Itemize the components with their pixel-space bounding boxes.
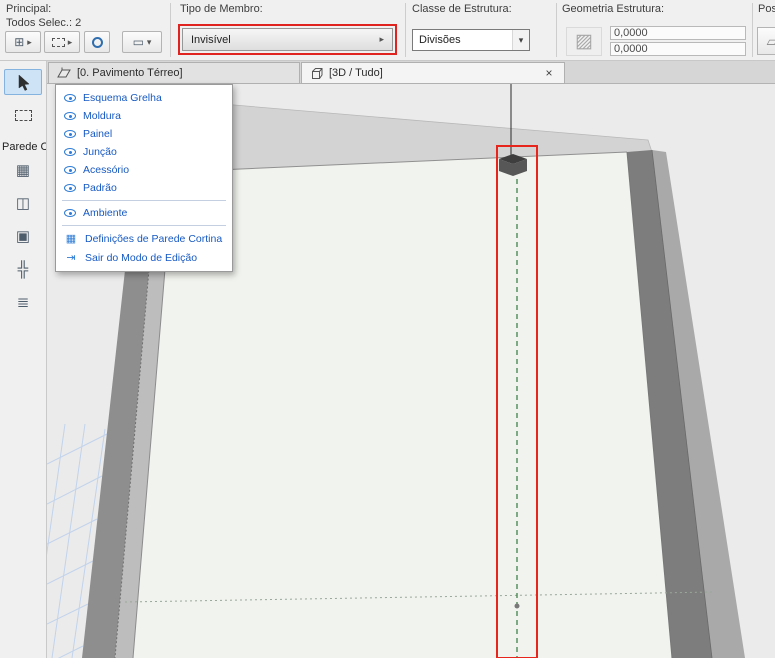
position-button[interactable]: ▱ <box>757 27 775 55</box>
scheme-grid-icon: ▦ <box>15 161 31 179</box>
arrow-select-tool[interactable] <box>4 69 42 95</box>
menu-item-label: Painel <box>83 128 113 140</box>
rectangle-icon: ▭ <box>132 35 144 49</box>
menu-item-label: Padrão <box>83 182 117 194</box>
grid-node-point <box>514 603 520 609</box>
eye-icon <box>64 94 76 102</box>
menu-item-acessorio[interactable]: Acessório <box>56 161 232 179</box>
member-type-value: Invisível <box>191 33 231 46</box>
menu-item-esquema-grelha[interactable]: Esquema Grelha <box>56 89 232 107</box>
cursor-arrow-icon <box>18 73 30 91</box>
marquee-icon <box>51 37 65 47</box>
edit-mode-context-menu: Esquema Grelha Moldura Painel Junção Ace… <box>55 84 233 272</box>
toolbox-group-label: Parede C <box>2 141 46 153</box>
menu-item-sair-modo-edicao[interactable]: ⇥ Sair do Modo de Edição <box>56 248 232 267</box>
section-label-principal: Principal: <box>6 3 52 15</box>
tool-junction[interactable]: ╬ <box>4 256 42 282</box>
eye-icon <box>64 130 76 138</box>
toolbar-divider <box>170 3 171 57</box>
menu-item-painel[interactable]: Painel <box>56 125 232 143</box>
settings-grid-icon: ▦ <box>65 233 77 245</box>
dropdown-arrow-icon: ▾ <box>146 36 152 47</box>
structure-class-combobox[interactable]: Divisões ▾ <box>412 29 530 51</box>
eye-icon <box>64 184 76 192</box>
tool-accessory[interactable]: ≣ <box>4 289 42 315</box>
menu-item-label: Ambiente <box>83 207 128 219</box>
junction-icon: ╬ <box>17 260 29 278</box>
frame-icon: ◫ <box>15 194 31 212</box>
tab-floor-label: [0. Pavimento Térreo] <box>77 67 183 79</box>
position-icon: ▱ <box>766 32 775 49</box>
menu-separator <box>62 200 226 201</box>
menu-item-juncao[interactable]: Junção <box>56 143 232 161</box>
toolbar-divider <box>556 3 557 57</box>
menu-item-label: Moldura <box>83 110 121 122</box>
toolbox-sidebar: Parede C ▦ ◫ ▣ ╬ ≣ <box>0 61 47 658</box>
menu-item-label: Definições de Parede Cortina <box>85 232 223 245</box>
marquee-tool-split-button[interactable]: ▸ <box>44 31 80 53</box>
combo-arrow-icon: ▾ <box>512 30 529 50</box>
menu-item-label: Junção <box>83 146 117 158</box>
tab-3d-view[interactable]: [3D / Tudo] × <box>301 62 565 84</box>
marquee-icon <box>14 109 32 121</box>
tab-floor-plan[interactable]: [0. Pavimento Térreo] <box>48 62 300 84</box>
selection-status: Todos Selec.: 2 <box>6 17 82 29</box>
frame-display-split-button[interactable]: ▭ ▾ <box>122 31 162 53</box>
eye-icon <box>64 209 76 217</box>
dropdown-arrow-icon: ▸ <box>27 36 32 47</box>
eye-icon <box>64 112 76 120</box>
design-tool-split-button[interactable]: ⊞ ▸ <box>5 31 41 53</box>
menu-item-ambiente[interactable]: Ambiente <box>56 204 232 222</box>
panel-icon: ▣ <box>15 227 31 245</box>
menu-item-label: Sair do Modo de Edição <box>85 251 198 264</box>
cube-3d-icon <box>312 67 323 79</box>
ring-tool-button[interactable] <box>84 31 110 53</box>
floor-plan-icon <box>57 67 71 78</box>
eye-icon <box>64 148 76 156</box>
dropdown-arrow-icon: ▸ <box>67 36 73 47</box>
tool-frame[interactable]: ◫ <box>4 190 42 216</box>
tool-scheme[interactable]: ▦ <box>4 157 42 183</box>
tab-close-icon[interactable]: × <box>542 66 556 80</box>
geometry-hatch-icon: ▨ <box>566 27 602 56</box>
tab-3d-label: [3D / Tudo] <box>329 67 383 79</box>
geometry-value-1[interactable] <box>610 26 746 40</box>
structure-class-value: Divisões <box>419 34 461 46</box>
menu-separator <box>62 225 226 226</box>
menu-item-padrao[interactable]: Padrão <box>56 179 232 197</box>
ring-icon <box>91 36 103 48</box>
section-label-position: Posiç <box>758 3 775 15</box>
geometry-value-2[interactable] <box>610 42 746 56</box>
menu-item-definicoes-parede-cortina[interactable]: ▦ Definições de Parede Cortina <box>56 229 232 248</box>
toolbar-divider <box>752 3 753 57</box>
tool-panel[interactable]: ▣ <box>4 223 42 249</box>
hatch-glyph: ▨ <box>575 31 593 52</box>
section-label-structure-class: Classe de Estrutura: <box>412 3 512 15</box>
section-label-member-type: Tipo de Membro: <box>180 3 263 15</box>
menu-item-label: Acessório <box>83 164 130 176</box>
top-toolbar: Principal: Todos Selec.: 2 ⊞ ▸ ▸ ▭ ▾ Tip… <box>0 0 775 61</box>
toolbar-divider <box>405 3 406 57</box>
accessory-icon: ≣ <box>16 293 30 311</box>
section-label-structure-geometry: Geometria Estrutura: <box>562 3 665 15</box>
viewport-3d: Esquema Grelha Moldura Painel Junção Ace… <box>47 84 775 658</box>
grid-tool-icon: ⊞ <box>14 35 25 49</box>
flyout-arrow-icon: ▸ <box>379 34 384 44</box>
exit-edit-mode-icon: ⇥ <box>66 252 76 264</box>
eye-icon <box>64 166 76 174</box>
marquee-tool[interactable] <box>4 102 42 128</box>
member-type-dropdown[interactable]: Invisível ▸ <box>182 28 393 51</box>
menu-item-label: Esquema Grelha <box>83 92 162 104</box>
view-tab-bar: [0. Pavimento Térreo] [3D / Tudo] × <box>47 61 775 84</box>
menu-item-moldura[interactable]: Moldura <box>56 107 232 125</box>
